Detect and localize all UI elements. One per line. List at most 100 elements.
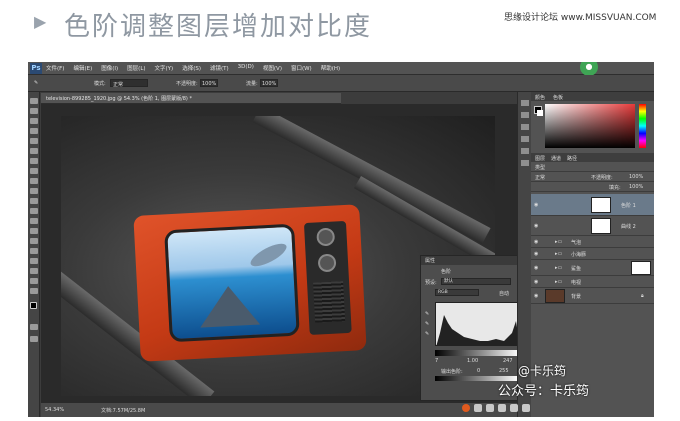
kind-filter[interactable]: 类型: [535, 164, 545, 171]
history-brush-tool-icon[interactable]: [30, 188, 38, 194]
brush-panel-icon[interactable]: [521, 148, 529, 154]
stamp-tool-icon[interactable]: [30, 178, 38, 184]
shape-tool-icon[interactable]: [30, 268, 38, 274]
color-picker-field[interactable]: [545, 104, 635, 148]
layer-mask-thumb[interactable]: [591, 218, 611, 234]
document-tab[interactable]: television-899285_1920.jpg @ 54.3% (色阶 1…: [41, 93, 341, 104]
input-black-value[interactable]: 7: [435, 358, 438, 364]
healing-tool-icon[interactable]: [30, 158, 38, 164]
layer-row[interactable]: ◉ ▸▭ 气泡: [531, 236, 654, 248]
paragraph-panel-icon[interactable]: [521, 136, 529, 142]
fill-value[interactable]: 100%: [629, 184, 643, 190]
eraser-tool-icon[interactable]: [30, 198, 38, 204]
tray-icon[interactable]: [474, 404, 482, 412]
foreground-color-icon[interactable]: [30, 302, 37, 309]
zoom-tool-icon[interactable]: [30, 288, 38, 294]
tab-swatches[interactable]: 色板: [553, 94, 563, 101]
eyedropper-tool-icon[interactable]: [30, 148, 38, 154]
visibility-eye-icon[interactable]: ◉: [534, 279, 538, 285]
menu-3d[interactable]: 3D(D): [238, 64, 254, 72]
layer-thumb[interactable]: [545, 289, 565, 303]
adjustments-panel-icon[interactable]: [521, 160, 529, 166]
folder-icon: ▸▭: [555, 279, 563, 285]
hand-tool-icon[interactable]: [30, 278, 38, 284]
auto-button[interactable]: 自动: [499, 290, 509, 297]
properties-tab[interactable]: 属性: [425, 257, 435, 264]
quick-mask-icon[interactable]: [30, 324, 38, 330]
input-gradient-slider[interactable]: [435, 350, 519, 356]
menu-layer[interactable]: 图层(L): [127, 64, 145, 72]
layer-mask-thumb[interactable]: [631, 261, 651, 275]
history-panel-icon[interactable]: [521, 100, 529, 106]
layer-row[interactable]: ◉ 曲线 2: [531, 216, 654, 236]
tv-speaker-grille: [313, 281, 346, 323]
blend-mode-select[interactable]: 正常: [535, 174, 545, 181]
crop-tool-icon[interactable]: [30, 138, 38, 144]
layer-row[interactable]: ◉ ▸▭ 电视: [531, 276, 654, 288]
visibility-eye-icon[interactable]: ◉: [534, 223, 538, 229]
tab-color[interactable]: 颜色: [535, 94, 545, 101]
menu-edit[interactable]: 编辑(E): [73, 64, 92, 72]
menu-window[interactable]: 窗口(W): [291, 64, 312, 72]
visibility-eye-icon[interactable]: ◉: [534, 293, 538, 299]
visibility-eye-icon[interactable]: ◉: [534, 239, 538, 245]
tray-icon[interactable]: [486, 404, 494, 412]
output-white-value[interactable]: 255: [499, 368, 509, 374]
channel-select[interactable]: RGB: [435, 289, 479, 296]
quick-select-tool-icon[interactable]: [30, 128, 38, 134]
type-tool-icon[interactable]: [30, 248, 38, 254]
eyedropper-gray-icon[interactable]: ✎: [425, 321, 429, 327]
color-panel-tabs: 颜色 色板: [531, 92, 654, 101]
menu-image[interactable]: 图像(I): [101, 64, 118, 72]
menu-type[interactable]: 文字(Y): [155, 64, 174, 72]
pen-tool-icon[interactable]: [30, 238, 38, 244]
layer-row[interactable]: ◉ 背景 🔒︎: [531, 288, 654, 304]
layer-name: 曲线 2: [621, 224, 636, 230]
menu-filter[interactable]: 滤镜(T): [210, 64, 229, 72]
brush-tool-icon[interactable]: ✎: [34, 80, 38, 86]
input-gamma-value[interactable]: 1.00: [467, 358, 478, 364]
mode-select[interactable]: 正常: [110, 79, 148, 88]
menu-view[interactable]: 视图(V): [263, 64, 282, 72]
layer-row[interactable]: ◉ ▸▭ 鲨鱼: [531, 260, 654, 276]
marquee-tool-icon[interactable]: [30, 108, 38, 114]
tray-icon[interactable]: [498, 404, 506, 412]
lasso-tool-icon[interactable]: [30, 118, 38, 124]
layer-row[interactable]: ◉ 色阶 1: [531, 194, 654, 216]
character-panel-icon[interactable]: [521, 124, 529, 130]
blur-tool-icon[interactable]: [30, 218, 38, 224]
flow-field[interactable]: 100%: [260, 79, 278, 87]
layer-mask-thumb[interactable]: [591, 197, 611, 213]
visibility-eye-icon[interactable]: ◉: [534, 265, 538, 271]
menu-select[interactable]: 选择(S): [182, 64, 201, 72]
layer-row[interactable]: ◉ ▸▭ 小海豚: [531, 248, 654, 260]
input-white-value[interactable]: 247: [503, 358, 513, 364]
dodge-tool-icon[interactable]: [30, 228, 38, 234]
visibility-eye-icon[interactable]: ◉: [534, 251, 538, 257]
gradient-tool-icon[interactable]: [30, 208, 38, 214]
background-swatch[interactable]: [537, 110, 543, 116]
tab-layers[interactable]: 图层: [535, 155, 545, 162]
path-select-tool-icon[interactable]: [30, 258, 38, 264]
menu-help[interactable]: 帮助(H): [321, 64, 340, 72]
preset-select[interactable]: 默认: [441, 278, 511, 285]
tray-icon[interactable]: [522, 404, 530, 412]
menu-file[interactable]: 文件(F): [46, 64, 64, 72]
move-tool-icon[interactable]: [30, 98, 38, 104]
output-label: 输出色阶:: [441, 369, 463, 375]
brush-tool-icon[interactable]: [30, 168, 38, 174]
actions-panel-icon[interactable]: [521, 112, 529, 118]
input-method-icon[interactable]: [462, 404, 470, 412]
eyedropper-black-icon[interactable]: ✎: [425, 311, 429, 317]
tab-paths[interactable]: 路径: [567, 155, 577, 162]
hue-slider[interactable]: [639, 104, 646, 148]
opacity-field[interactable]: 100%: [200, 79, 218, 87]
eyedropper-white-icon[interactable]: ✎: [425, 331, 429, 337]
tab-channels[interactable]: 通道: [551, 155, 561, 162]
output-black-value[interactable]: 0: [477, 368, 480, 374]
screen-mode-icon[interactable]: [30, 336, 38, 342]
zoom-level[interactable]: 54.34%: [45, 407, 64, 413]
layer-opacity-value[interactable]: 100%: [629, 174, 643, 180]
visibility-eye-icon[interactable]: ◉: [534, 202, 538, 208]
tray-icon[interactable]: [510, 404, 518, 412]
